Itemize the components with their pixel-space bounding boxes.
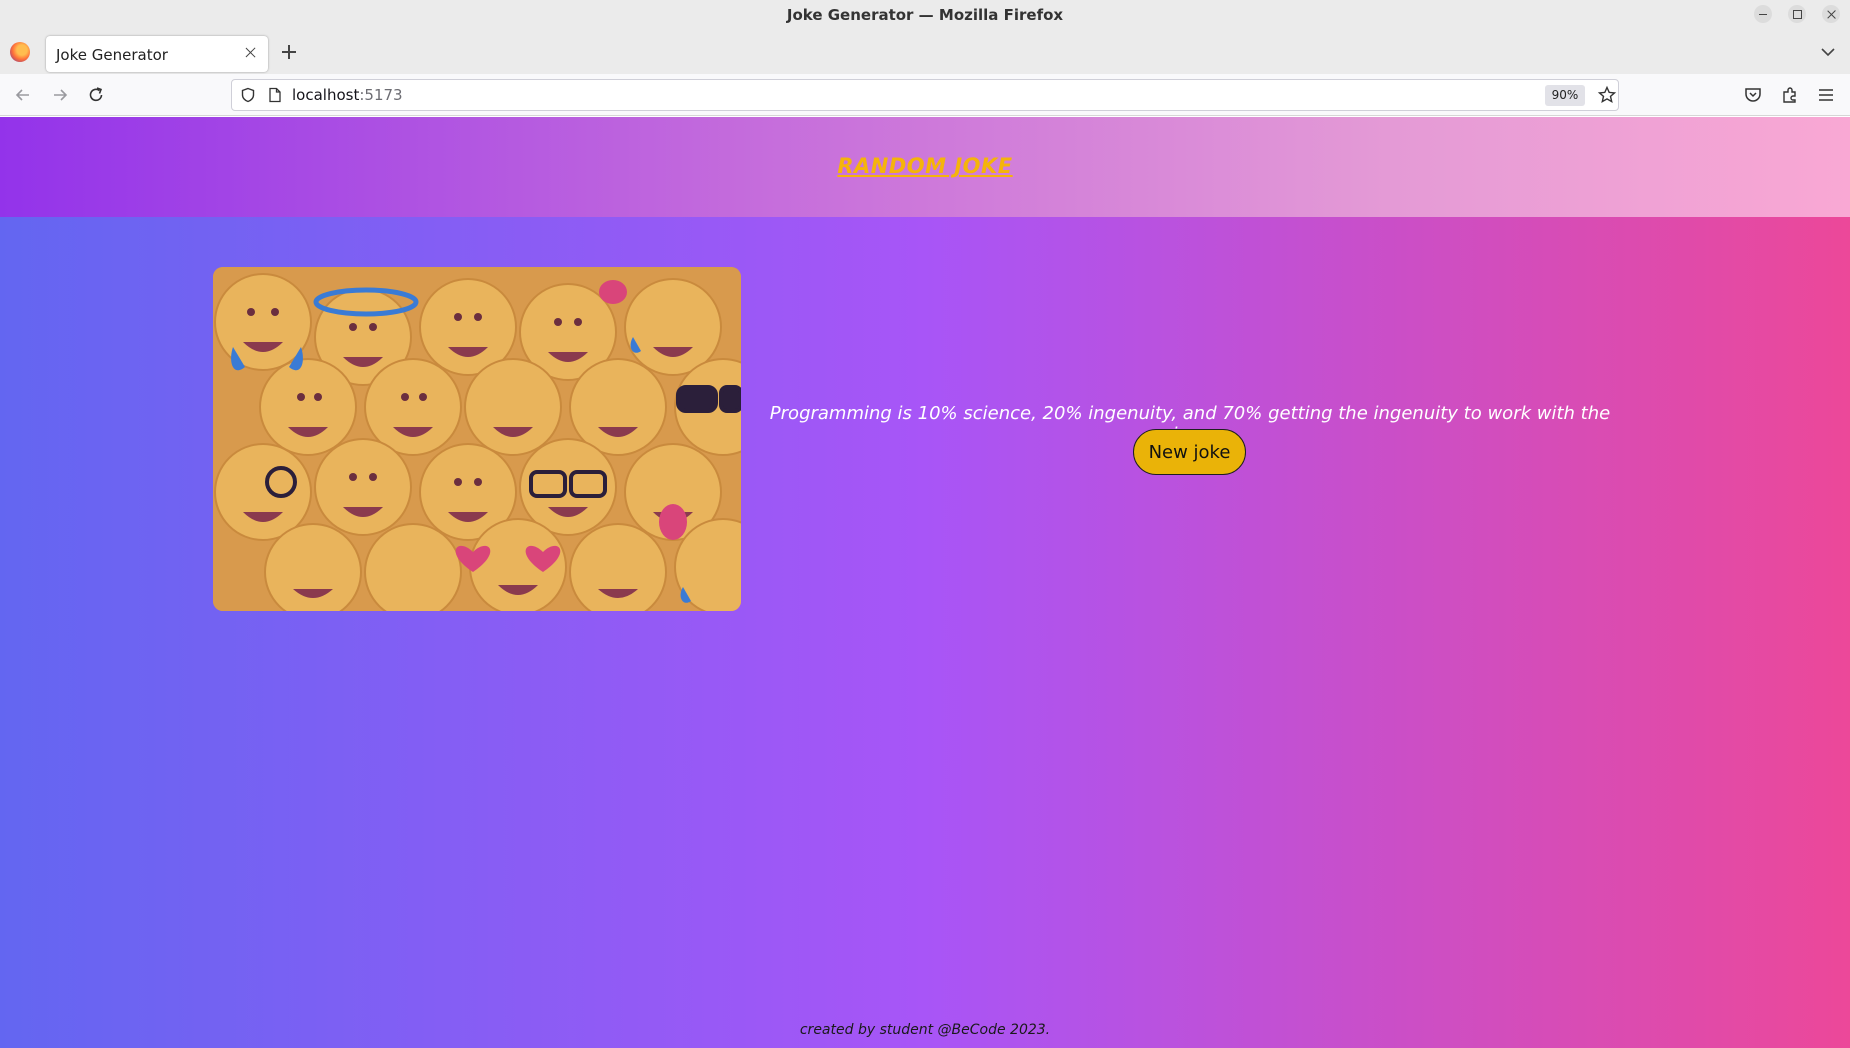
tab-joke-generator[interactable]: Joke Generator [46,36,268,72]
bookmark-star-icon[interactable] [1597,85,1617,105]
url-text[interactable]: localhost:5173 [292,86,403,104]
zoom-level-indicator[interactable]: 90% [1545,85,1585,106]
window-titlebar: Joke Generator — Mozilla Firefox [0,0,1850,28]
navigation-toolbar: localhost:5173 90% [0,74,1850,116]
firefox-menu-icon[interactable] [10,42,30,62]
new-tab-icon[interactable] [279,42,299,62]
page-viewport: RANDOM JOKE Programming is 10% science, … [0,117,1850,1048]
window-close-icon[interactable] [1822,5,1840,23]
page-title: RANDOM JOKE [837,154,1013,178]
window-title: Joke Generator — Mozilla Firefox [786,6,1064,24]
maximize-icon[interactable] [1788,5,1806,23]
close-icon[interactable] [242,44,260,62]
url-port: :5173 [359,86,403,104]
emoji-collage-image [213,267,741,611]
shield-icon[interactable] [240,87,256,103]
extensions-icon[interactable] [1780,85,1800,105]
minimize-icon[interactable] [1754,5,1772,23]
list-all-tabs-icon[interactable] [1819,43,1837,61]
page-icon[interactable] [268,87,282,103]
reload-icon[interactable] [86,85,106,105]
hamburger-menu-icon[interactable] [1816,85,1836,105]
page-header: RANDOM JOKE [0,117,1850,217]
back-icon[interactable] [13,85,33,105]
page-footer: created by student @BeCode 2023. [799,1022,1051,1038]
tab-strip: Joke Generator [0,28,1850,74]
url-host: localhost [292,86,360,104]
tab-label: Joke Generator [56,46,168,64]
forward-icon[interactable] [50,85,70,105]
address-bar[interactable]: localhost:5173 90% [231,79,1619,111]
new-joke-button[interactable]: New joke [1133,429,1246,475]
pocket-icon[interactable] [1743,85,1763,105]
